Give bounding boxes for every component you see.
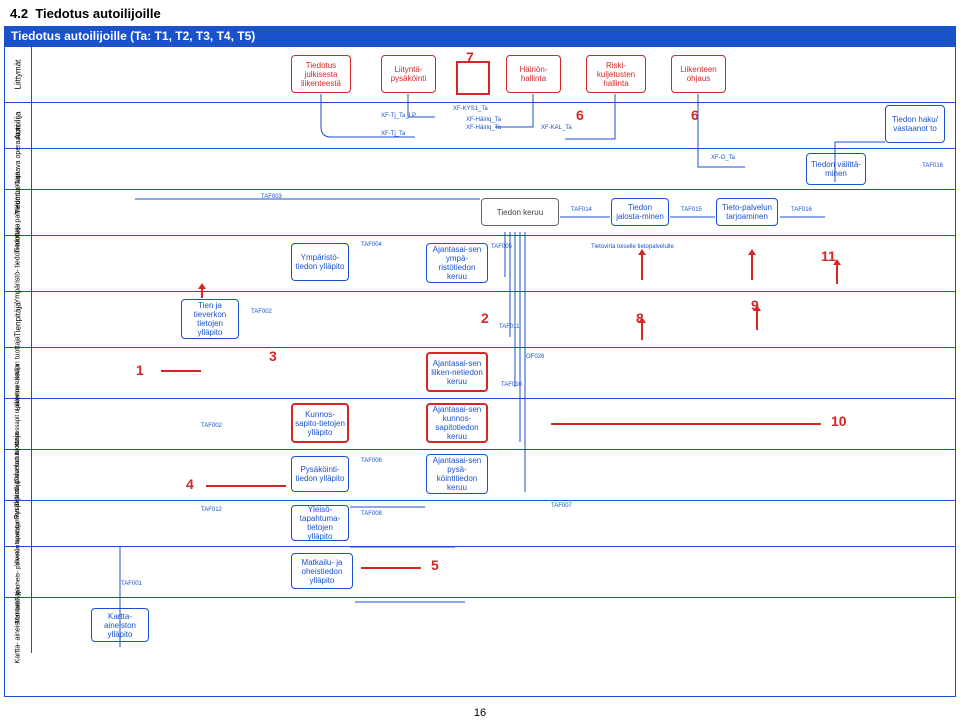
arrow-11a — [641, 254, 643, 280]
lbl-taf008: TAF008 — [361, 511, 382, 517]
marker-1: 1 — [136, 362, 144, 378]
node-yleiso-yllapito: Yleisö-tapahtuma-tietojen ylläpito — [291, 505, 349, 541]
arrow-11c — [836, 264, 838, 284]
section-title: Tiedotus autoilijoille — [35, 6, 160, 21]
node-pysakointi-yllapito: Pysäköinti-tiedon ylläpito — [291, 456, 349, 492]
arrow-10 — [551, 423, 821, 425]
lbl-taf006: TAF006 — [361, 458, 382, 464]
lbl-taf016b: TAF016 — [791, 207, 812, 213]
lbl-taf011: TAF011 — [499, 324, 519, 330]
lane-kunnossapito: (Tien/ kadun) kunnossapit o-palvelun tuo… — [5, 399, 955, 450]
node-ajantasai-pysak: Ajantasai-sen pysä-köintitiedon keruu — [426, 454, 488, 494]
arrow-5 — [361, 567, 421, 569]
node-liikenteen: Liikenteen ohjaus — [671, 55, 726, 93]
arrow-4 — [206, 485, 286, 487]
lbl-xf-hairq: XF-Häiriq_Ta — [466, 117, 501, 123]
arrow-1 — [161, 370, 201, 372]
marker-4: 4 — [186, 476, 194, 492]
marker-5: 5 — [431, 557, 439, 573]
node-kartta-yllapito: Kartta-aineiston ylläpito — [91, 608, 149, 642]
node-liitynta: Liityntä-pysäköinti — [381, 55, 436, 93]
lbl-taf001: TAF001 — [121, 581, 142, 587]
lane-liikennetieto: Liikenne- tiedon tuottaja 1 3 Ajantasai-… — [5, 348, 955, 399]
lbl-taf015: TAF015 — [681, 207, 702, 213]
arrow-2in — [201, 288, 203, 298]
node-tien-tietojen: Tien ja tieverkon tietojen ylläpito — [181, 299, 239, 339]
lbl-xf-tj-ta: XF-Tj_Ta — [381, 131, 405, 137]
gateway-7 — [456, 61, 490, 95]
lane-tiedotuspalvelu: Tiedotus- palvelun tuottaja Tiedon keruu… — [5, 190, 955, 236]
arrow-9 — [756, 310, 758, 330]
node-riski: Riski-kuljetusten hallinta — [586, 55, 646, 93]
lane-kartta: Kartta- aineiston tuottaja Kartta-aineis… — [5, 598, 955, 653]
node-tietopalvelun: Tieto-palvelun tarjoaminen — [716, 198, 778, 226]
lbl-taf003: TAF003 — [261, 194, 282, 200]
lbl-of026: OF026 — [526, 354, 544, 360]
node-hairion: Häiriön-hallinta — [506, 55, 561, 93]
section-number: 4.2 — [10, 6, 28, 21]
node-ajantasai-liik: Ajantasai-sen liiken-netiedon keruu — [426, 352, 488, 392]
lane-matkailu: Matkailu- ja oheis- palvelun tuottaja Ma… — [5, 547, 955, 598]
lbl-xf-kal: XF-KAL_Ta — [541, 125, 572, 131]
lbl-xf-o-ta: XF-O_Ta — [711, 155, 735, 161]
node-tiedon-haku: Tiedon haku/ vastaanot to — [885, 105, 945, 143]
lane-ymparisto: Ympäristö- tiedon tuottaja Ympäristö-tie… — [5, 236, 955, 292]
node-tiedon-keruu: Tiedon keruu — [481, 198, 559, 226]
lane-yleisotapahtuma: Yleisö- tapahtumien järjestäjä Yleisö-ta… — [5, 501, 955, 547]
lbl-taf012: TAF012 — [201, 507, 222, 513]
lbl-taf005: TAF005 — [491, 244, 512, 250]
node-ajantasai-ymp: Ajantasai-sen ympä-ristötiedon keruu — [426, 243, 488, 283]
node-ymparisto-yllapito: Ympäristö-tiedon ylläpito — [291, 243, 349, 281]
marker-6a: 6 — [576, 107, 584, 123]
arrow-11b — [751, 254, 753, 280]
lbl-taf002b: TAF002 — [201, 423, 222, 429]
marker-10: 10 — [831, 413, 847, 429]
lbl-taf007: TAF007 — [551, 503, 572, 509]
node-matkailu-yllapito: Matkailu- ja oheistiedon ylläpito — [291, 553, 353, 589]
lane-autoilija: Autoilija Tiedon haku/ vastaanot to 6 6 … — [5, 103, 955, 149]
lane-tienpitaja: Tienpitäjä Tien ja tieverkon tietojen yl… — [5, 292, 955, 348]
arrow-8 — [641, 322, 643, 340]
lbl-taf004: TAF004 — [361, 242, 382, 248]
lbl-tietovirta: Tietovirta toiselle tietopalvelulle — [591, 244, 674, 250]
lbl-xf-kys1: XF-KYS1_Ta — [453, 106, 488, 112]
lane-label: Liittymät — [5, 47, 32, 102]
pool: Liittymät Tiedotus julkisesta liikentees… — [4, 46, 956, 697]
node-tiedon-jalost: Tiedon jalosta-minen — [611, 198, 669, 226]
node-tiedon-valitt: Tiedon välittä-minen — [806, 153, 866, 185]
lbl-taf010: TAF010 — [501, 382, 522, 388]
lbl-xf-tj-ta-lp: XF-Tj_Ta_LP — [381, 113, 416, 119]
marker-2: 2 — [481, 310, 489, 326]
lbl-taf014: TAF014 — [571, 207, 592, 213]
pool-title: Tiedotus autoilijoille (Ta: T1, T2, T3, … — [4, 26, 956, 46]
marker-3: 3 — [269, 348, 277, 364]
lbl-taf016: TAF016 — [922, 163, 943, 169]
node-ajantasai-kunnos: Ajantasai-sen kunnos-sapitotiedon keruu — [426, 403, 488, 443]
lbl-xf-hairq2: XF-Häiriq_Ta — [466, 125, 501, 131]
page-number: 16 — [0, 707, 960, 719]
lane-liittymat: Liittymät Tiedotus julkisesta liikentees… — [5, 47, 955, 103]
marker-6b: 6 — [691, 107, 699, 123]
node-kunnos-yllapito: Kunnos-sapito-tietojen ylläpito — [291, 403, 349, 443]
node-tiedotus-julk: Tiedotus julkisesta liikenteestä — [291, 55, 351, 93]
lane-tiedotuskanava: Tiedotus- kanava operaattori Tiedon väli… — [5, 149, 955, 190]
lane-pysakointi: Pysäköinti- palvelun tuottaja 4 Pysäköin… — [5, 450, 955, 501]
lbl-taf002: TAF002 — [251, 309, 272, 315]
